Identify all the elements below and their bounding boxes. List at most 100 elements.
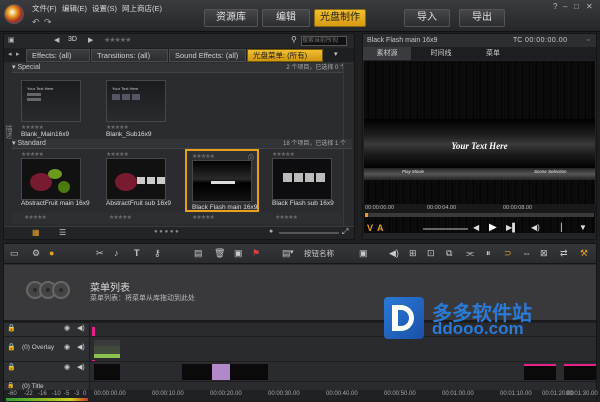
video-clip[interactable] — [230, 364, 268, 380]
menu-thumbnail[interactable]: ★★★★★ Black Flash sub 16x9 — [272, 151, 334, 207]
tab-timeline[interactable]: 时间线 — [417, 47, 465, 60]
tab-menu[interactable]: 菜单 — [471, 47, 515, 60]
undo-icon[interactable]: ↶ — [32, 17, 40, 28]
zoom-in-icon[interactable]: ⤢ — [342, 227, 348, 237]
snapshot-icon[interactable]: ▼ — [579, 223, 587, 232]
section-header-standard[interactable]: ▾ Standard 18 个项目，已选择 1 个 — [12, 139, 352, 149]
hammer-icon[interactable]: ⚒ — [580, 248, 588, 259]
menu-thumbnail[interactable]: Your Text Here ★★★★★ Blank_Sub16x9 — [106, 80, 166, 138]
maximize-icon[interactable]: □ — [574, 2, 579, 11]
import-button[interactable]: 导入 — [404, 9, 450, 27]
help-icon[interactable]: ? — [553, 2, 557, 11]
visibility-icon[interactable]: ◉ — [64, 337, 70, 359]
audio-icon[interactable]: ◀) — [77, 323, 85, 335]
marker-icon[interactable]: ⚑ — [252, 248, 260, 259]
lock-icon[interactable]: 🔒 — [7, 337, 16, 359]
export-button[interactable]: 导出 — [459, 9, 505, 27]
menu-thumbnail[interactable]: Your Text Here ★★★★★ Blank_Main16x9 — [21, 80, 81, 138]
tab-menu-icon[interactable]: ▾ — [334, 50, 338, 58]
mode-3d[interactable]: 3D — [68, 36, 77, 43]
tab-library[interactable]: 资源库 — [204, 9, 258, 27]
search-icon[interactable]: ⚲ — [291, 35, 297, 44]
expand-icon[interactable]: ▸ — [16, 50, 20, 58]
list-view-icon[interactable]: ☰ — [59, 228, 66, 237]
menu-settings-icon[interactable]: ▣ — [359, 248, 368, 259]
menu-file[interactable]: 文件(F) — [32, 3, 57, 14]
lock-icon[interactable]: ⊠ — [540, 248, 548, 259]
preview-ruler[interactable]: 00:00:00.00 00:00:04.00 00:00:08.00 — [363, 204, 596, 213]
storyboard-icon[interactable]: ▭ — [10, 248, 19, 259]
section-header-special[interactable]: ▾ Special 2 个项目，已选择 0 个 — [12, 63, 352, 73]
video-clip[interactable] — [94, 364, 120, 380]
ripple-icon[interactable]: ⇄ — [560, 248, 568, 259]
forward-icon[interactable]: ▶ — [88, 36, 93, 44]
library-icon[interactable]: ▣ — [8, 36, 15, 44]
mark-in-icon[interactable]: V — [367, 223, 373, 233]
audio-icon[interactable]: ◀) — [77, 337, 85, 359]
menu-edit[interactable]: 编辑(E) — [62, 3, 87, 14]
video-clip[interactable] — [182, 364, 212, 380]
grid-view-icon[interactable]: ▦ — [32, 228, 40, 237]
menu-thumbnail-selected[interactable]: ★★★★★ ⓘ Black Flash main 16x9 — [185, 149, 259, 212]
expand-icon[interactable]: ⇔ — [522, 248, 531, 258]
shuttle-slider[interactable] — [423, 228, 468, 230]
visibility-icon[interactable]: ◉ — [64, 323, 70, 335]
volume-icon[interactable]: ◀) — [389, 248, 399, 259]
redo-icon[interactable]: ↷ — [44, 17, 52, 28]
fullscreen-icon[interactable]: ▏ — [561, 223, 567, 232]
razor-icon[interactable]: ✂ — [96, 248, 104, 259]
detach-icon[interactable]: ▫ — [587, 34, 589, 47]
camera-icon[interactable]: ▣ — [234, 248, 243, 259]
tab-effects[interactable]: Effects: (all) — [26, 49, 90, 62]
delete-icon[interactable]: ▤ — [194, 248, 203, 259]
volume-icon[interactable]: ◀) — [531, 223, 540, 232]
tab-sound-effects[interactable]: Sound Effects: (all) — [169, 49, 246, 62]
playhead[interactable] — [365, 213, 368, 217]
timeline-track[interactable]: 🔒 ◉ ◀) — [4, 361, 596, 382]
menu-settings[interactable]: 设置(S) — [92, 3, 117, 14]
menu-thumbnail[interactable]: ★★★★★ AbstractFruit main 16x9 — [21, 151, 90, 207]
zoom-slider[interactable] — [279, 232, 339, 234]
lock-icon[interactable]: 🔒 — [7, 362, 16, 374]
video-clip[interactable] — [564, 364, 596, 380]
trim-icon[interactable]: ⏸ — [486, 248, 491, 259]
mark-out-icon[interactable]: A — [377, 223, 384, 233]
minimize-icon[interactable]: – — [563, 2, 567, 11]
next-frame-icon[interactable]: ▶▌ — [506, 223, 518, 232]
timeline-ruler[interactable]: -60 -22 -16 -10 -5 -3 0 00:00:00.00 00:0… — [4, 390, 598, 402]
zoom-out-icon[interactable]: ● — [269, 228, 273, 235]
page-dots[interactable]: ● ● ● ● ● — [154, 229, 179, 235]
settings-icon[interactable]: ⚙ — [32, 248, 40, 259]
tab-transitions[interactable]: Transitions: (all) — [91, 49, 168, 62]
overlay-clip[interactable] — [94, 340, 120, 358]
magnet-icon[interactable]: ⊃ — [504, 248, 512, 259]
motion-icon[interactable]: ⚷ — [154, 248, 161, 259]
menu-thumbnail[interactable]: ★★★★★ AbstractFruit sub 16x9 — [106, 151, 171, 207]
rating-filter[interactable]: ★★★★★ — [104, 36, 131, 44]
tab-disc-authoring[interactable]: 光盘制作 — [314, 9, 366, 27]
visibility-icon[interactable]: ◉ — [64, 362, 70, 374]
trash-icon[interactable]: 🗑 — [214, 248, 225, 259]
collapse-icon[interactable]: ◂ — [8, 50, 12, 58]
video-clip[interactable] — [212, 364, 230, 380]
video-clip[interactable] — [524, 364, 556, 380]
timeline-track[interactable]: 🔒 (0) Title — [4, 381, 596, 391]
library-scrollbar[interactable] — [343, 64, 353, 234]
tab-disc-menus[interactable]: 光盘菜单: (所有) — [247, 49, 323, 62]
close-icon[interactable]: ✕ — [586, 2, 593, 11]
title-icon[interactable]: T — [134, 248, 140, 258]
grid-icon[interactable]: ⊡ — [427, 248, 435, 259]
link-icon[interactable]: ⊞ — [409, 248, 417, 259]
scrubber-bar[interactable] — [365, 213, 594, 217]
back-icon[interactable]: ◀ — [54, 36, 59, 44]
menu-store[interactable]: 网上商店(E) — [122, 3, 162, 14]
play-icon[interactable]: ▶ — [489, 222, 497, 233]
add-menu-icon[interactable]: ● — [49, 248, 54, 258]
tab-edit[interactable]: 编辑 — [262, 9, 310, 27]
split-icon[interactable]: ⫘ — [466, 248, 474, 259]
prev-frame-icon[interactable]: ◀ — [473, 223, 479, 232]
lock-icon[interactable]: 🔒 — [7, 323, 16, 335]
button-type-icon[interactable]: ▾ — [290, 248, 294, 256]
align-icon[interactable]: ⧉ — [446, 248, 452, 259]
audio-icon[interactable]: ◀) — [77, 362, 85, 374]
